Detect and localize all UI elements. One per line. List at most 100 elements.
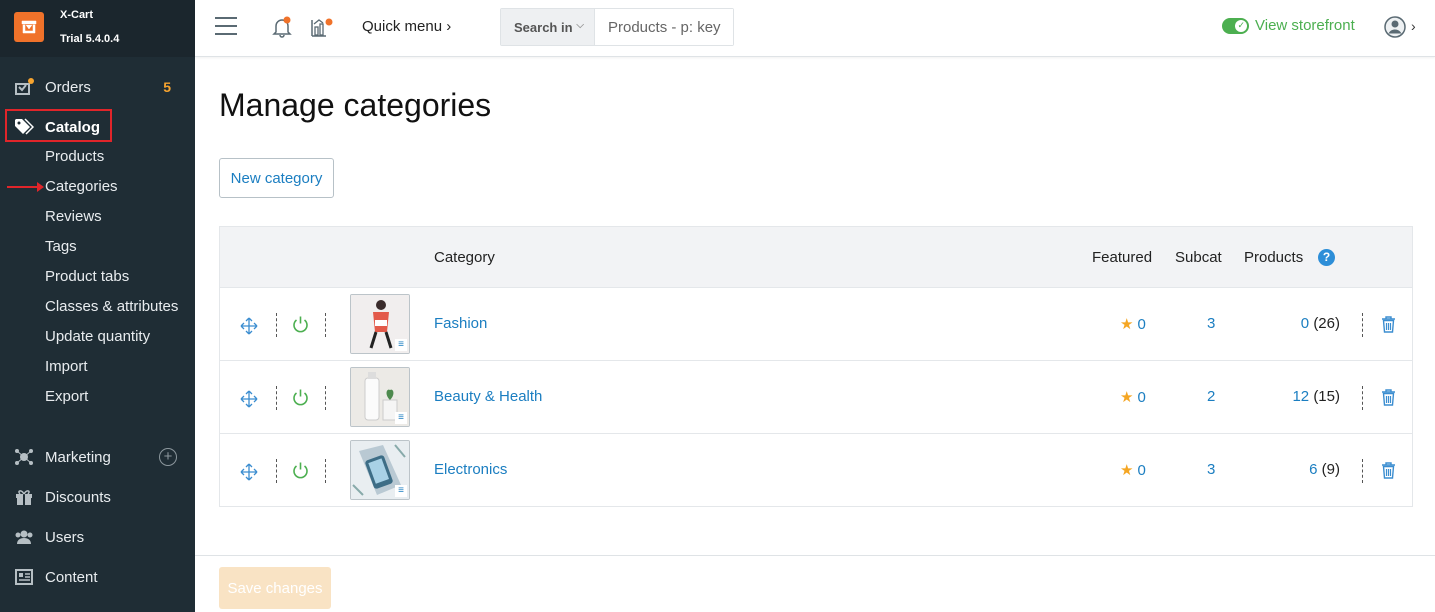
thumbnail-menu-icon[interactable]: ≡ (395, 412, 407, 424)
header-featured[interactable]: Featured (1092, 249, 1152, 266)
quick-menu-label: Quick menu (362, 18, 443, 35)
users-icon (14, 528, 34, 546)
sidebar-sub-classes-attributes[interactable]: Classes & attributes (45, 292, 178, 322)
marketing-icon (14, 448, 34, 466)
trash-icon[interactable] (1381, 389, 1396, 406)
analytics-icon[interactable] (310, 16, 334, 38)
sidebar-item-orders[interactable]: Orders 5 (0, 72, 195, 102)
chevron-right-icon: › (446, 18, 452, 35)
subcat-count-link[interactable]: 3 (1207, 461, 1215, 478)
sidebar-sub-import[interactable]: Import (45, 352, 88, 382)
xcart-logo[interactable] (14, 12, 44, 42)
divider (325, 459, 326, 483)
divider (325, 313, 326, 337)
divider (1362, 459, 1363, 483)
chevron-right-icon[interactable]: › (1411, 18, 1416, 34)
thumbnail-menu-icon[interactable]: ≡ (395, 485, 407, 497)
sidebar-sub-update-quantity[interactable]: Update quantity (45, 322, 150, 352)
sidebar-item-label: Marketing (45, 448, 111, 466)
check-icon: ✓ (1237, 19, 1245, 30)
featured-count[interactable]: ★ 0 (1120, 388, 1146, 407)
trash-icon[interactable] (1381, 462, 1396, 479)
category-thumbnail[interactable]: ≡ (350, 294, 410, 354)
category-name-link[interactable]: Beauty & Health (434, 388, 542, 405)
sidebar-sub-products[interactable]: Products (45, 142, 104, 172)
bell-icon[interactable] (272, 16, 292, 38)
expand-plus-icon[interactable]: + (159, 448, 177, 466)
table-row: ≡ Electronics ★ 0 3 6 (9) (220, 434, 1412, 507)
footer-divider (195, 555, 1435, 556)
products-count: 12 (15) (1260, 388, 1340, 405)
featured-count[interactable]: ★ 0 (1120, 315, 1146, 334)
divider (325, 386, 326, 410)
sidebar-item-marketing[interactable]: Marketing + (0, 442, 195, 472)
sidebar-item-discounts[interactable]: Discounts (0, 482, 195, 512)
view-storefront-link[interactable]: ✓ View storefront (1222, 17, 1355, 34)
storefront-toggle[interactable]: ✓ (1222, 17, 1249, 34)
sidebar: X-Cart Trial 5.4.0.4 Orders 5 Catalog Pr… (0, 0, 195, 612)
quick-menu-button[interactable]: Quick menu › (362, 18, 451, 35)
sidebar-item-catalog[interactable]: Catalog (0, 112, 195, 142)
power-toggle-icon[interactable] (292, 388, 309, 406)
table-header: Category Featured Subcat Products ? (220, 227, 1412, 288)
sidebar-item-content[interactable]: Content (0, 562, 195, 592)
subcat-count-link[interactable]: 3 (1207, 315, 1215, 332)
divider (276, 313, 277, 337)
products-enabled-link[interactable]: 6 (1309, 461, 1317, 478)
orders-count-badge: 5 (163, 79, 171, 95)
trash-icon[interactable] (1381, 316, 1396, 333)
sidebar-sub-tags[interactable]: Tags (45, 232, 77, 262)
sidebar-item-users[interactable]: Users (0, 522, 195, 552)
divider (276, 459, 277, 483)
save-changes-button[interactable]: Save changes (219, 567, 331, 609)
category-thumbnail[interactable]: ≡ (350, 440, 410, 500)
category-name-link[interactable]: Fashion (434, 315, 487, 332)
products-enabled-link[interactable]: 12 (1292, 388, 1309, 405)
gift-icon (14, 488, 34, 506)
content-icon (14, 568, 34, 586)
star-icon: ★ (1120, 316, 1134, 333)
categories-table: Category Featured Subcat Products ? ≡ Fa… (219, 226, 1413, 507)
subcat-count-link[interactable]: 2 (1207, 388, 1215, 405)
featured-value: 0 (1137, 388, 1146, 406)
sidebar-sub-export[interactable]: Export (45, 382, 88, 412)
header-subcat[interactable]: Subcat (1175, 249, 1222, 266)
sidebar-sub-categories[interactable]: Categories (45, 172, 118, 202)
drag-move-icon[interactable] (240, 317, 258, 335)
tag-icon (14, 118, 35, 136)
header-category[interactable]: Category (434, 249, 495, 266)
table-row: ≡ Fashion ★ 0 3 0 (26) (220, 288, 1412, 361)
brand-name: X-Cart (60, 9, 94, 21)
sidebar-sub-product-tabs[interactable]: Product tabs (45, 262, 129, 292)
products-enabled-link[interactable]: 0 (1301, 315, 1309, 332)
featured-count[interactable]: ★ 0 (1120, 461, 1146, 480)
category-name-link[interactable]: Electronics (434, 461, 507, 478)
user-avatar-icon[interactable] (1384, 16, 1406, 38)
page-title: Manage categories (219, 87, 492, 123)
search-input[interactable] (595, 9, 733, 45)
drag-move-icon[interactable] (240, 390, 258, 408)
header-products[interactable]: Products (1244, 249, 1303, 266)
featured-value: 0 (1137, 461, 1146, 479)
divider (1362, 386, 1363, 410)
pointer-arrow-icon (7, 182, 44, 192)
category-thumbnail[interactable]: ≡ (350, 367, 410, 427)
help-icon[interactable]: ? (1318, 249, 1335, 266)
drag-move-icon[interactable] (240, 463, 258, 481)
new-category-button[interactable]: New category (219, 158, 334, 198)
sidebar-item-label: Discounts (45, 488, 111, 506)
brand-version: Trial 5.4.0.4 (60, 33, 120, 45)
search-in-dropdown[interactable]: Search in ⌵ (501, 9, 595, 45)
thumbnail-menu-icon[interactable]: ≡ (395, 339, 407, 351)
products-total: (26) (1313, 315, 1340, 332)
power-toggle-icon[interactable] (292, 461, 309, 479)
sidebar-sub-reviews[interactable]: Reviews (45, 202, 102, 232)
divider (1362, 313, 1363, 337)
sidebar-item-label: Users (45, 528, 85, 546)
hamburger-menu-icon[interactable] (215, 17, 237, 35)
star-icon: ★ (1120, 462, 1134, 479)
products-total: (9) (1321, 461, 1340, 478)
chevron-down-icon: ⌵ (576, 20, 584, 31)
brand-header: X-Cart Trial 5.4.0.4 (0, 0, 195, 57)
power-toggle-icon[interactable] (292, 315, 309, 333)
